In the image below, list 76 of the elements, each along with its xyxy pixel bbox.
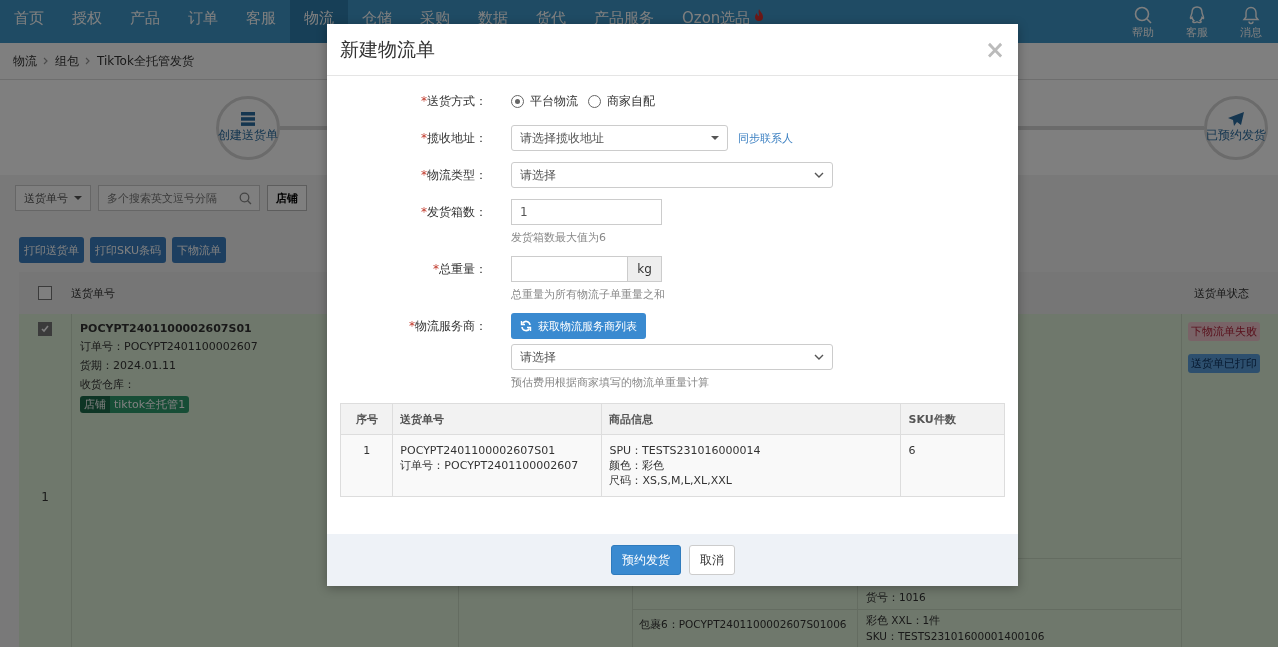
fetch-providers-button[interactable]: 获取物流服务商列表 xyxy=(511,313,646,339)
address-dropdown[interactable]: 请选择揽收地址 xyxy=(511,125,728,151)
column-header: 序号 xyxy=(340,403,393,435)
close-button[interactable]: × xyxy=(984,35,1005,64)
package-number: 包裹6：POCYPT2401100002607S01006 xyxy=(639,618,847,630)
table-cell: 1 xyxy=(340,434,393,497)
field-label: *物流类型： xyxy=(420,167,488,184)
table-cell: POCYPT2401100002607S01 订单号：POCYPT2401100002607 xyxy=(392,434,602,497)
chevron-icon xyxy=(814,354,824,360)
sku-text: 货号：1016 xyxy=(866,591,926,605)
unit-label: kg xyxy=(628,256,662,282)
help-button[interactable]: 帮助 xyxy=(1116,0,1170,41)
table-cell: SPU：TESTS231016000014 颜色：彩色 尺码：XS,S,M,L,XL,XXL xyxy=(601,434,901,497)
nav-tab[interactable]: 订单 xyxy=(174,0,232,43)
detail-text: 订单号：POCYPT2401100002607 xyxy=(80,339,258,354)
search-icon xyxy=(239,192,252,205)
paper-plane-icon xyxy=(1227,111,1245,127)
check-icon xyxy=(40,324,50,334)
field-dropdown[interactable]: 送货单号 xyxy=(15,185,91,211)
status-badge: 下物流单失败 xyxy=(1188,322,1260,341)
stack-icon xyxy=(239,111,257,127)
column-header: 送货单状态 xyxy=(1194,285,1250,301)
field-label: *发货箱数： xyxy=(420,204,488,221)
field-label: *送货方式： xyxy=(420,93,488,110)
help-text: 发货箱数最大值为6 xyxy=(511,230,607,245)
service-button[interactable]: 客服 xyxy=(1170,0,1224,41)
field-label: *总重量： xyxy=(432,261,488,278)
sku-text: 彩色 XXL：1件 xyxy=(866,614,942,628)
field-label: *物流服务商： xyxy=(408,318,488,335)
shipment-number: POCYPT2401100002607S01 xyxy=(80,322,252,335)
action-button[interactable]: 下物流单 xyxy=(171,237,226,263)
chevron-right-icon xyxy=(85,57,91,65)
field-label: *揽收地址： xyxy=(420,130,488,147)
confirm-button[interactable]: 预约发货 xyxy=(610,545,681,575)
breadcrumb-item[interactable]: TikTok全托管发货 xyxy=(97,52,194,70)
box-count-field[interactable]: 1 xyxy=(511,199,662,225)
checkbox[interactable] xyxy=(38,322,52,336)
action-button[interactable]: 打印SKU条码 xyxy=(90,237,166,263)
detail-text: 货期：2024.01.11 xyxy=(80,358,176,373)
nav-tab[interactable]: 产品服务 xyxy=(580,0,668,43)
bell-icon xyxy=(1241,5,1261,25)
nav-tab[interactable]: 首页 xyxy=(0,0,58,43)
radio-option[interactable]: 平台物流 xyxy=(511,88,578,114)
cancel-button[interactable]: 取消 xyxy=(688,545,735,575)
action-button[interactable]: 打印送货单 xyxy=(19,237,84,263)
breadcrumb-item[interactable]: 组包 xyxy=(55,52,79,70)
messages-button[interactable]: 消息 xyxy=(1224,0,1278,41)
sync-contacts-link[interactable]: 同步联系人 xyxy=(738,130,793,146)
step-label: 已预约发货 xyxy=(1206,127,1266,144)
nav-tab[interactable]: 产品 xyxy=(116,0,174,43)
weight-field[interactable] xyxy=(511,256,628,282)
breadcrumb-item[interactable]: 物流 xyxy=(13,52,37,70)
step-label: 创建送货单 xyxy=(218,127,278,144)
nav-tab[interactable]: 授权 xyxy=(58,0,116,43)
chevron-icon xyxy=(814,172,824,178)
column-header: 送货单号 xyxy=(392,403,602,435)
nav-tab[interactable]: 数据 xyxy=(464,0,522,43)
type-select[interactable]: 请选择 xyxy=(511,162,833,188)
provider-select[interactable]: 请选择 xyxy=(511,344,833,370)
radio-option[interactable]: 商家自配 xyxy=(588,88,655,114)
row-number: 1 xyxy=(41,490,49,504)
search-icon xyxy=(1133,5,1153,25)
sku-text: SKU：TESTS23101600001400106 xyxy=(866,630,1045,644)
column-header: 商品信息 xyxy=(601,403,901,435)
help-text: 总重量为所有物流子单重量之和 xyxy=(511,287,665,302)
checkbox[interactable] xyxy=(38,286,52,300)
column-header: 送货单号 xyxy=(71,286,115,300)
table-cell: 6 xyxy=(901,434,1005,497)
help-text: 预估费用根据商家填写的物流单重量计算 xyxy=(511,375,710,390)
shop-button[interactable]: 店铺 xyxy=(267,185,307,211)
refresh-icon xyxy=(520,320,532,332)
column-header: SKU件数 xyxy=(901,403,1005,435)
detail-text: 收货仓库： xyxy=(80,377,135,392)
penguin-icon xyxy=(1187,5,1207,25)
nav-tab[interactable]: 客服 xyxy=(232,0,290,43)
chevron-right-icon xyxy=(43,57,49,65)
